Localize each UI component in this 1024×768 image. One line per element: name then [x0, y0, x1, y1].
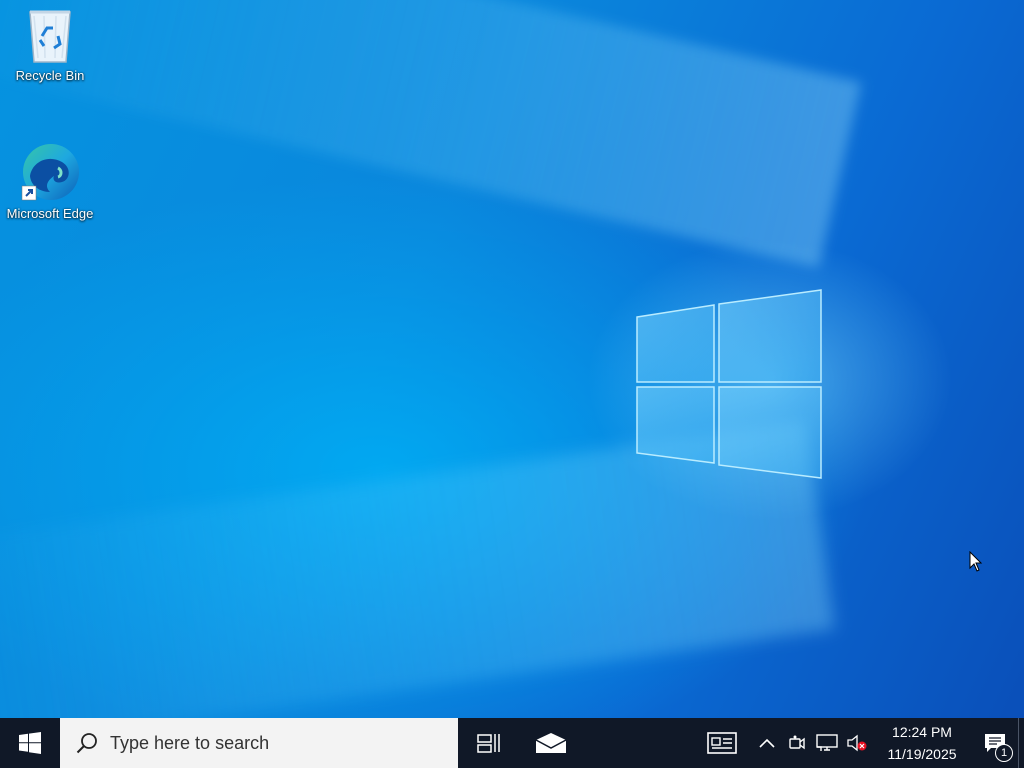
recycle-bin-icon	[29, 10, 71, 63]
mouse-cursor-icon	[969, 551, 983, 572]
task-view-icon	[477, 734, 500, 753]
notification-count-badge: 1	[995, 744, 1013, 762]
show-desktop-button[interactable]	[1018, 718, 1024, 768]
news-and-interests-button[interactable]	[692, 718, 752, 768]
mail-icon	[535, 733, 567, 753]
desktop-icon-microsoft-edge[interactable]: Microsoft Edge	[5, 142, 95, 224]
windows-icon	[19, 732, 41, 754]
desktop[interactable]: Recycle Bin Microsoft Edge	[0, 0, 1024, 718]
taskbar: Type here to search 12:24 PM 11/19/2025 …	[0, 718, 1024, 768]
desktop-icon-label: Recycle Bin	[15, 68, 85, 83]
search-icon	[76, 733, 97, 754]
task-view-button[interactable]	[458, 718, 520, 768]
desktop-icon-recycle-bin[interactable]: Recycle Bin	[5, 6, 95, 86]
search-box[interactable]: Type here to search	[60, 718, 458, 768]
news-icon	[707, 732, 737, 754]
network-icon	[816, 734, 838, 751]
start-button[interactable]	[0, 718, 60, 768]
show-hidden-icons-button[interactable]	[752, 718, 782, 768]
meet-now-icon	[789, 735, 805, 750]
clock-time: 12:24 PM	[892, 724, 952, 740]
windows-logo-wallpaper	[636, 289, 822, 479]
meet-now-button[interactable]	[782, 718, 812, 768]
desktop-icon-label: Microsoft Edge	[6, 206, 94, 221]
action-center-button[interactable]: 1	[972, 718, 1018, 768]
volume-muted-icon	[847, 734, 867, 752]
taskbar-empty-area[interactable]	[582, 718, 692, 768]
clock-date: 11/19/2025	[887, 746, 957, 762]
light-beam	[0, 0, 862, 268]
search-placeholder: Type here to search	[110, 732, 270, 753]
chevron-up-icon	[759, 738, 775, 748]
network-button[interactable]	[812, 718, 842, 768]
volume-button[interactable]	[842, 718, 872, 768]
clock[interactable]: 12:24 PM 11/19/2025	[872, 718, 972, 768]
mail-button[interactable]	[520, 718, 582, 768]
edge-icon	[21, 144, 79, 201]
